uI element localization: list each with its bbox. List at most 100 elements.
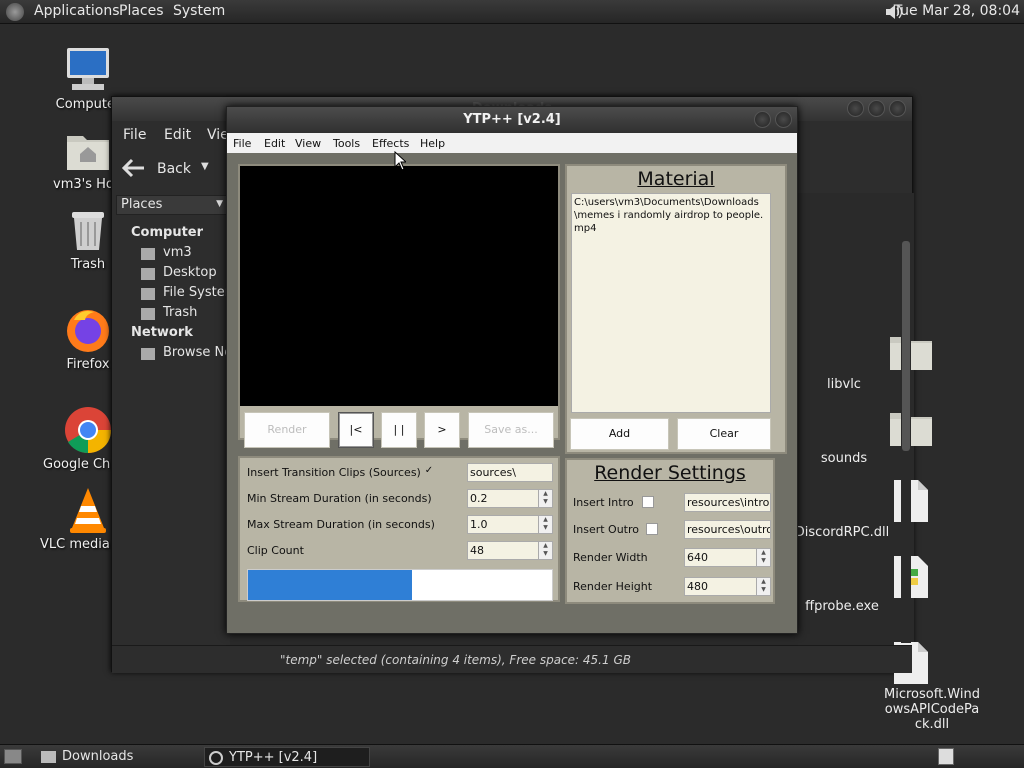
spinner-arrows-icon[interactable]: ▲ ▼ xyxy=(538,542,552,559)
fm-scrollbar[interactable] xyxy=(901,231,911,643)
spinner-arrows-icon[interactable]: ▲ ▼ xyxy=(756,578,770,595)
render-height-spinner[interactable]: 480 ▲ ▼ xyxy=(684,577,771,596)
generation-settings-panel: Insert Transition Clips (Sources) ✓ sour… xyxy=(238,456,560,602)
render-height-label: Render Height xyxy=(573,580,653,593)
preview-panel: Render |< | | > Save as... xyxy=(238,164,560,448)
firefox-icon xyxy=(67,310,109,352)
ytp-minimize-button[interactable] xyxy=(754,111,771,128)
min-duration-spinner[interactable]: 0.2 ▲ ▼ xyxy=(467,489,553,508)
clip-count-label: Clip Count xyxy=(247,544,304,557)
fm-menu-file[interactable]: File xyxy=(123,127,146,143)
gnome-foot-icon[interactable] xyxy=(6,3,24,21)
sidebar-item-vm3[interactable]: vm3 xyxy=(163,245,192,260)
ytp-menu-help[interactable]: Help xyxy=(420,137,445,150)
applications-menu[interactable]: Applications xyxy=(34,3,120,19)
ytp-menu-view[interactable]: View xyxy=(295,137,321,150)
render-settings-panel: Render Settings Insert Intro resources\i… xyxy=(565,458,775,604)
back-button[interactable]: Back xyxy=(157,161,191,177)
play-button[interactable]: > xyxy=(424,412,460,448)
ytp-menu-tools[interactable]: Tools xyxy=(333,137,360,150)
outro-checkbox[interactable] xyxy=(646,523,658,535)
spinner-arrows-icon[interactable]: ▲ ▼ xyxy=(538,516,552,533)
render-width-value: 640 xyxy=(687,551,708,564)
task-ytp-label: YTP++ [v2.4] xyxy=(229,750,318,765)
file-name-codepack: Microsoft.WindowsAPICodePack.dll xyxy=(884,687,980,732)
clip-count-spinner[interactable]: 48 ▲ ▼ xyxy=(467,541,553,560)
show-desktop-icon[interactable] xyxy=(4,749,22,764)
render-settings-heading: Render Settings xyxy=(594,462,746,484)
ytp-window: YTP++ [v2.4] File Edit View Tools Effect… xyxy=(226,106,798,634)
sidebar-network-header: Network xyxy=(131,325,193,340)
network-small-icon xyxy=(141,348,155,360)
task-downloads[interactable]: Downloads xyxy=(38,747,198,767)
ytp-menubar: File Edit View Tools Effects Help xyxy=(227,133,797,153)
render-width-spinner[interactable]: 640 ▲ ▼ xyxy=(684,548,771,567)
places-menu[interactable]: Places xyxy=(119,3,164,19)
file-item[interactable] xyxy=(871,333,951,375)
sidebar-item-desktop[interactable]: Desktop xyxy=(163,265,217,280)
outro-label: Insert Outro xyxy=(573,523,639,536)
file-item[interactable] xyxy=(871,409,951,451)
document-icon xyxy=(894,480,928,522)
material-heading: Material xyxy=(637,168,715,190)
desktop-small-icon xyxy=(141,268,155,280)
folder-icon xyxy=(890,337,932,370)
computer-icon xyxy=(67,48,109,90)
ytp-menu-file[interactable]: File xyxy=(233,137,251,150)
taskbar: Downloads YTP++ [v2.4] xyxy=(0,744,1024,768)
progress-bar xyxy=(247,569,553,601)
fm-close-button[interactable] xyxy=(889,100,906,117)
sidebar-item-browse-network[interactable]: Browse Network xyxy=(163,345,230,360)
ytp-menu-edit[interactable]: Edit xyxy=(264,137,285,150)
transition-checkbox[interactable]: ✓ xyxy=(423,466,435,478)
fm-menu-edit[interactable]: Edit xyxy=(164,127,191,143)
save-as-button[interactable]: Save as... xyxy=(468,412,554,448)
transition-label: Insert Transition Clips (Sources) xyxy=(247,466,421,479)
intro-path-input[interactable]: resources\intro.mp4 xyxy=(684,493,771,512)
file-item[interactable] xyxy=(871,479,951,527)
trash-small-icon xyxy=(141,308,155,320)
fm-maximize-button[interactable] xyxy=(868,100,885,117)
material-list[interactable]: C:\users\vm3\Documents\Downloads\memes i… xyxy=(571,193,771,413)
fm-sidebar: Places ▼ Computer vm3 Desktop File Syste… xyxy=(112,193,230,643)
file-item[interactable] xyxy=(871,555,951,603)
spinner-arrows-icon[interactable]: ▲ ▼ xyxy=(756,549,770,566)
spinner-arrows-icon[interactable]: ▲ ▼ xyxy=(538,490,552,507)
vlc-icon xyxy=(70,488,106,533)
ytp-menu-effects[interactable]: Effects xyxy=(372,137,409,150)
file-name-sounds: sounds xyxy=(820,451,868,466)
max-duration-spinner[interactable]: 1.0 ▲ ▼ xyxy=(467,515,553,534)
mouse-cursor-icon xyxy=(394,151,406,171)
workspace-switcher-icon[interactable] xyxy=(938,748,954,765)
system-menu[interactable]: System xyxy=(173,3,225,19)
back-dropdown-icon[interactable]: ▼ xyxy=(201,161,209,172)
sidebar-computer-header: Computer xyxy=(131,225,204,240)
add-button[interactable]: Add xyxy=(570,418,669,450)
folder-small-icon xyxy=(41,751,56,763)
file-name-libvlc: libvlc xyxy=(827,377,861,392)
ytp-close-button[interactable] xyxy=(775,111,792,128)
home-folder-icon xyxy=(67,136,109,170)
transition-sources-input[interactable]: sources\ xyxy=(467,463,553,482)
places-dropdown[interactable]: Places ▼ xyxy=(116,195,228,215)
sidebar-item-filesystem[interactable]: File System xyxy=(163,285,230,300)
task-ytp[interactable]: YTP++ [v2.4] xyxy=(204,747,370,767)
fm-statusbar: "temp" selected (containing 4 items), Fr… xyxy=(112,645,912,673)
pause-button[interactable]: | | xyxy=(381,412,417,448)
back-arrow-icon[interactable] xyxy=(121,158,146,178)
intro-checkbox[interactable] xyxy=(642,496,654,508)
max-duration-label: Max Stream Duration (in seconds) xyxy=(247,518,435,531)
clock[interactable]: Tue Mar 28, 08:04 xyxy=(894,3,1020,19)
render-button[interactable]: Render xyxy=(244,412,330,448)
skip-start-button[interactable]: |< xyxy=(338,412,374,448)
trash-icon xyxy=(72,212,104,250)
sidebar-item-trash[interactable]: Trash xyxy=(163,305,197,320)
exe-icon xyxy=(894,556,928,598)
ytp-title[interactable]: YTP++ [v2.4] xyxy=(227,107,797,133)
clear-button[interactable]: Clear xyxy=(677,418,771,450)
fm-minimize-button[interactable] xyxy=(847,100,864,117)
task-downloads-label: Downloads xyxy=(62,749,134,764)
outro-path-input[interactable]: resources\outro.mp4 xyxy=(684,520,771,539)
home-small-icon xyxy=(141,248,155,260)
chevron-down-icon: ▼ xyxy=(216,199,223,209)
